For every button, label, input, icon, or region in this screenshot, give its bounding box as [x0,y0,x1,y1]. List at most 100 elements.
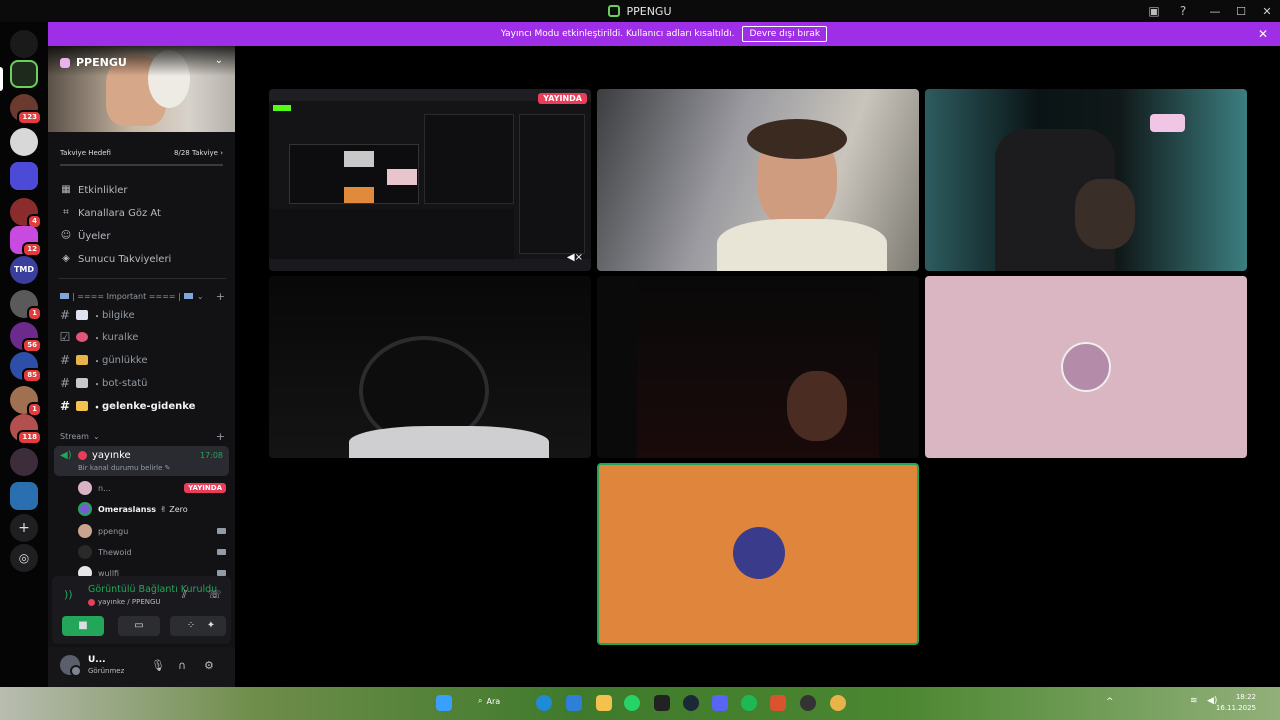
menu-events[interactable]: ▦ Etkinlikler [60,180,230,200]
server-icon[interactable]: 4 [10,198,42,229]
server-icon[interactable]: 85 [10,352,42,383]
badge: 85 [22,368,42,383]
noise-suppression-icon[interactable]: ⫽ [182,588,187,602]
signal-icon[interactable]: )) [64,588,73,601]
camera-icon [217,549,226,555]
headphones-icon[interactable]: ∩ [178,659,186,672]
video-tile-avatar[interactable] [925,276,1247,458]
help-icon[interactable]: ? [1175,3,1191,19]
server-icon[interactable]: 118 [10,414,42,445]
video-tile[interactable] [597,276,919,458]
screen-share-tile[interactable]: YAYINDA ◀× [269,89,591,271]
chrome-icon[interactable] [830,695,846,711]
avatar [78,502,92,516]
boost-goal[interactable]: Takviye Hedefi 8/28 Takviye › [54,144,229,166]
server-icon[interactable] [10,128,38,156]
server-icon[interactable] [10,448,38,476]
chevron-down-icon: ⌄ [92,431,100,441]
server-tmd[interactable]: TMD [10,256,38,284]
video-tile-avatar-speaking[interactable] [597,463,919,645]
wifi-icon[interactable]: ≋ [1190,696,1198,706]
scroll-emoji-icon [76,355,88,365]
server-icon[interactable]: 56 [10,322,42,353]
channel-sidebar: PPENGU ⌄ Takviye Hedefi 8/28 Takviye › ▦… [48,46,235,687]
channel-gunlukke[interactable]: # ・ günlükke [58,350,226,370]
muted-speaker-icon[interactable]: ◀× [567,252,583,263]
soundboard-button[interactable]: ✦ [196,616,226,636]
voice-member[interactable]: Thewoid [78,543,226,561]
close-icon[interactable]: ✕ [1258,27,1268,41]
spotify-icon[interactable] [741,695,757,711]
voice-member[interactable]: n... YAYINDA [78,479,226,497]
taskbar-search[interactable]: ⌕ Ara [478,696,500,706]
disable-streamer-mode-button[interactable]: Devre dışı bırak [742,26,828,42]
epic-games-icon[interactable] [654,695,670,711]
discover-icon[interactable]: ◎ [10,544,38,572]
channel-gelenke-gidenke[interactable]: # ・ gelenke-gidenke [58,396,226,416]
channel-bilgike[interactable]: # ・ bilgike [58,305,226,325]
voice-member[interactable]: ppengu [78,522,226,540]
voice-member[interactable]: Omeraslanss ✌ Zero [78,500,226,518]
user-name[interactable]: U... [88,655,106,665]
server-name: PPENGU [76,56,127,69]
menu-server-boosts[interactable]: ◈ Sunucu Takviyeleri [60,249,230,269]
badge: 1 [27,306,42,321]
whatsapp-icon[interactable] [624,695,640,711]
camera-button[interactable]: ■ [62,616,104,636]
voice-channel-yayinke[interactable]: ◀) yayınke 17:08 Bir kanal durumu belirl… [54,446,229,476]
folder-icon[interactable] [596,695,612,711]
server-icon[interactable]: 1 [10,386,42,417]
menu-browse-channels[interactable]: ⌗ Kanallara Göz At [60,203,230,223]
microphone-icon[interactable]: 🎙 [151,659,165,672]
server-icon[interactable] [10,162,38,190]
set-channel-status[interactable]: Bir kanal durumu belirle ✎ [78,464,171,472]
minimize-button[interactable]: — [1202,5,1228,18]
menu-members[interactable]: ☺ Üyeler [60,226,230,246]
browse-icon: ⌗ [63,207,69,218]
server-header[interactable]: PPENGU [60,56,127,69]
inbox-icon[interactable]: ▣ [1146,3,1162,19]
channel-bot-statu[interactable]: # ・ bot-statü [58,373,226,393]
hash-icon: # [59,399,71,413]
disconnect-icon[interactable]: ☏ [208,588,222,601]
avatar [78,545,92,559]
server-ppengu[interactable] [10,60,38,88]
steam-icon[interactable] [683,695,699,711]
windows-start-icon[interactable] [436,695,452,711]
badge: 12 [22,242,42,257]
gear-icon[interactable]: ⚙ [204,659,214,672]
add-server-icon[interactable]: + [10,514,38,542]
window-title: PPENGU [626,4,672,18]
close-button[interactable]: ✕ [1254,5,1280,18]
add-channel-icon[interactable]: + [216,290,225,303]
server-icon[interactable]: 1 [10,290,42,321]
server-icon[interactable] [10,30,38,58]
category-important[interactable]: | ==== Important ==== | ⌄ + [60,289,225,303]
chevron-up-icon[interactable]: ^ [1106,697,1114,707]
channel-kuralke[interactable]: ☑ ・ kuralke [58,327,226,347]
video-tile[interactable] [269,276,591,458]
server-icon[interactable] [10,482,38,510]
avatar[interactable] [60,655,82,677]
category-stream[interactable]: Stream ⌄ + [60,429,225,443]
calendar-icon: ▦ [61,184,71,195]
chevron-down-icon[interactable]: ⌄ [215,55,223,66]
store-icon[interactable] [566,695,582,711]
clock[interactable]: 18:22 16.11.2025 [1216,692,1256,714]
voice-panel-channel[interactable]: yayınke / PPENGU [98,598,161,606]
edge-icon[interactable] [536,695,552,711]
video-tile[interactable] [925,89,1247,271]
server-icon[interactable]: 12 [10,226,42,257]
server-icon[interactable]: 123 [10,94,42,125]
screen-share-button[interactable]: ▭ [118,616,160,636]
discord-icon[interactable] [712,695,728,711]
app-icon[interactable] [770,695,786,711]
add-channel-icon[interactable]: + [216,430,225,443]
speaker-icon: ◀) [60,450,72,461]
maximize-button[interactable]: ☐ [1228,5,1254,18]
video-tile[interactable] [597,89,919,271]
obs-icon[interactable] [800,695,816,711]
wave-emoji-icon [76,401,88,411]
divider [58,278,226,279]
voice-status[interactable]: Görüntülü Bağlantı Kuruldu [88,584,217,595]
